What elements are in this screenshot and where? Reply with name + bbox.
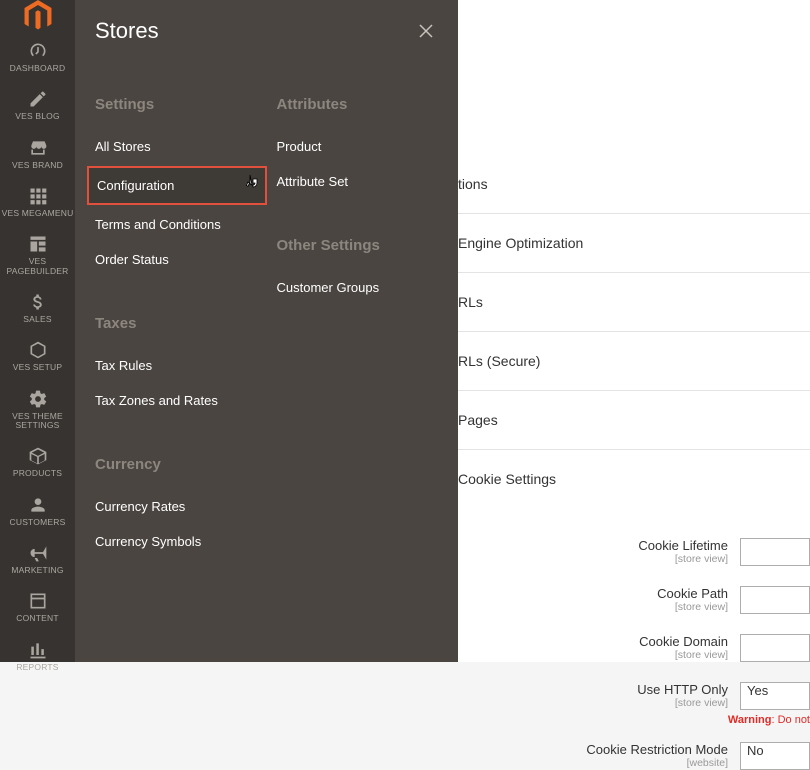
rail-dashboard[interactable]: DASHBOARD [0, 32, 75, 80]
rail-reports[interactable]: REPORTS [0, 631, 75, 679]
taxes-heading: Taxes [95, 315, 257, 332]
attributes-heading: Attributes [277, 96, 439, 113]
link-attribute-set[interactable]: Attribute Set [277, 166, 439, 197]
link-all-stores[interactable]: All Stores [95, 131, 257, 162]
left-nav-rail: DASHBOARD VES BLOG VES BRAND VES MEGAMEN… [0, 0, 75, 662]
label-cookie-domain: Cookie Domain [639, 634, 728, 649]
flyout-title: Stores [95, 18, 159, 44]
settings-heading: Settings [95, 96, 257, 113]
main-content: tions Engine Optimization RLs RLs (Secur… [458, 0, 810, 662]
flyout-col-1: Settings All Stores Configuration Terms … [95, 88, 257, 561]
label-cookie-restriction-mode: Cookie Restriction Mode [586, 742, 728, 757]
rail-item-label: PRODUCTS [13, 469, 62, 478]
input-cookie-lifetime[interactable] [740, 538, 810, 566]
bars-icon [28, 640, 48, 660]
gear-icon [28, 389, 48, 409]
rail-item-label: VES BRAND [12, 161, 63, 170]
rail-item-label: REPORTS [16, 663, 58, 672]
link-customer-groups[interactable]: Customer Groups [277, 272, 439, 303]
row-cookie-path: Cookie Path [store view] [458, 586, 810, 614]
link-currency-rates[interactable]: Currency Rates [95, 491, 257, 522]
section-link[interactable]: tions [458, 155, 810, 214]
scope-label: [store view] [468, 649, 728, 661]
row-cookie-restriction-mode: Cookie Restriction Mode [website] No [458, 742, 810, 770]
section-link[interactable]: RLs (Secure) [458, 332, 810, 391]
rail-ves-theme-settings[interactable]: VES THEME SETTINGS [0, 380, 75, 438]
dollar-icon [28, 292, 48, 312]
rail-products[interactable]: PRODUCTS [0, 437, 75, 485]
section-link[interactable]: Cookie Settings [458, 450, 810, 508]
link-terms-and-conditions[interactable]: Terms and Conditions [95, 209, 257, 240]
flyout-col-2: Attributes Product Attribute Set Other S… [277, 88, 439, 561]
config-sections: tions Engine Optimization RLs RLs (Secur… [458, 0, 810, 508]
row-cookie-lifetime: Cookie Lifetime [store view] [458, 538, 810, 566]
flyout-header: Stores [75, 0, 458, 58]
link-tax-zones-and-rates[interactable]: Tax Zones and Rates [95, 385, 257, 416]
close-button[interactable] [416, 21, 436, 41]
rail-item-label: CONTENT [16, 614, 58, 623]
rail-marketing[interactable]: MARKETING [0, 534, 75, 582]
rail-item-label: SALES [23, 315, 51, 324]
row-cookie-domain: Cookie Domain [store view] [458, 634, 810, 662]
box-icon [28, 446, 48, 466]
input-cookie-domain[interactable] [740, 634, 810, 662]
link-tax-rules[interactable]: Tax Rules [95, 350, 257, 381]
rail-ves-setup[interactable]: VES SETUP [0, 331, 75, 379]
link-product-attribute[interactable]: Product [277, 131, 439, 162]
other-settings-heading: Other Settings [277, 237, 439, 254]
scope-label: [website] [468, 757, 728, 769]
rail-ves-blog[interactable]: VES BLOG [0, 80, 75, 128]
rail-item-label: VES THEME SETTINGS [0, 412, 75, 431]
rail-item-label: DASHBOARD [10, 64, 66, 73]
magento-logo[interactable] [0, 0, 75, 32]
rail-ves-brand[interactable]: VES BRAND [0, 129, 75, 177]
row-use-http-only: Use HTTP Only [store view] Yes [458, 682, 810, 710]
link-configuration[interactable]: Configuration [87, 166, 267, 205]
link-order-status[interactable]: Order Status [95, 244, 257, 275]
rail-ves-pagebuilder[interactable]: VES PAGEBUILDER [0, 225, 75, 283]
person-icon [28, 495, 48, 515]
label-use-http-only: Use HTTP Only [637, 682, 728, 697]
cookie-settings-form: Cookie Lifetime [store view] Cookie Path… [458, 508, 810, 770]
pencil-icon [28, 89, 48, 109]
section-link[interactable]: RLs [458, 273, 810, 332]
megaphone-icon [28, 543, 48, 563]
hexagon-icon [28, 340, 48, 360]
rail-customers[interactable]: CUSTOMERS [0, 486, 75, 534]
magento-logo-icon [24, 0, 52, 32]
label-cookie-lifetime: Cookie Lifetime [638, 538, 728, 553]
http-only-warning: Warning: Do not [458, 714, 810, 726]
rail-item-label: MARKETING [11, 566, 63, 575]
stores-flyout: Stores Settings All Stores Configuration… [75, 0, 458, 662]
currency-heading: Currency [95, 456, 257, 473]
gauge-icon [28, 41, 48, 61]
label-cookie-path: Cookie Path [657, 586, 728, 601]
link-currency-symbols[interactable]: Currency Symbols [95, 526, 257, 557]
rail-item-label: VES SETUP [13, 363, 63, 372]
rail-item-label: VES PAGEBUILDER [0, 257, 75, 276]
rail-item-label: CUSTOMERS [10, 518, 66, 527]
select-cookie-restriction-mode[interactable]: No [740, 742, 810, 770]
page-icon [28, 591, 48, 611]
scope-label: [store view] [468, 601, 728, 613]
input-cookie-path[interactable] [740, 586, 810, 614]
storefront-icon [28, 138, 48, 158]
scope-label: [store view] [468, 553, 728, 565]
select-use-http-only[interactable]: Yes [740, 682, 810, 710]
rail-sales[interactable]: SALES [0, 283, 75, 331]
layout-icon [28, 234, 48, 254]
rail-item-label: VES MEGAMENU [2, 209, 74, 218]
rail-ves-megamenu[interactable]: VES MEGAMENU [0, 177, 75, 225]
grid-icon [28, 186, 48, 206]
section-link[interactable]: Engine Optimization [458, 214, 810, 273]
section-link[interactable]: Pages [458, 391, 810, 450]
rail-item-label: VES BLOG [15, 112, 60, 121]
scope-label: [store view] [468, 697, 728, 709]
close-icon [419, 24, 433, 38]
rail-content[interactable]: CONTENT [0, 582, 75, 630]
